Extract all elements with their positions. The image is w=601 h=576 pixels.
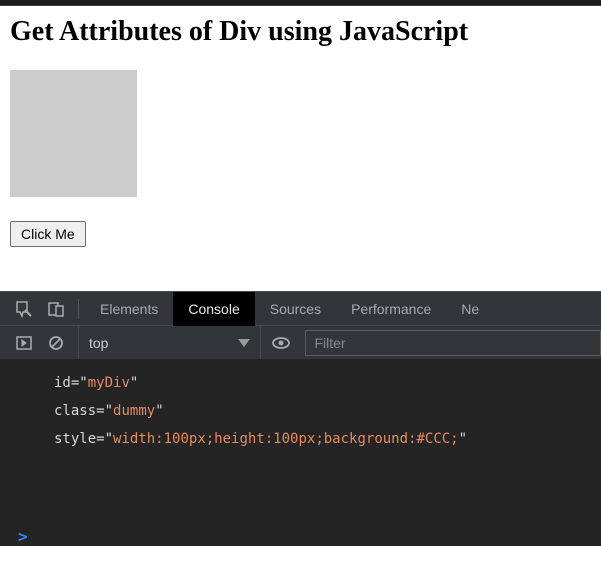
sidebar-toggle-icon[interactable]	[12, 331, 36, 355]
devtools-panel: Elements Console Sources Performance Ne …	[0, 291, 601, 546]
clear-console-icon[interactable]	[44, 331, 68, 355]
device-toolbar-icon[interactable]	[44, 297, 68, 321]
console-output: id="myDiv" class="dummy" style="width:10…	[0, 359, 601, 513]
attr-name: style	[54, 431, 96, 447]
click-me-button[interactable]: Click Me	[10, 221, 86, 247]
demo-div	[10, 70, 137, 197]
tab-console[interactable]: Console	[173, 292, 254, 326]
console-toolbar: top	[0, 325, 601, 359]
filter-input[interactable]	[305, 330, 601, 356]
live-expression-icon[interactable]	[271, 333, 291, 353]
attr-value: width:100px;height:100px;background:#CCC…	[113, 431, 459, 447]
page-content: Get Attributes of Div using JavaScript C…	[0, 6, 601, 257]
tab-elements[interactable]: Elements	[85, 292, 173, 326]
console-prompt[interactable]: >	[0, 513, 601, 546]
tab-network[interactable]: Ne	[446, 292, 494, 326]
tab-performance[interactable]: Performance	[336, 292, 446, 326]
attr-value: dummy	[113, 403, 155, 419]
chevron-down-icon	[238, 339, 250, 347]
devtools-tabs: Elements Console Sources Performance Ne	[0, 291, 601, 325]
tab-sources[interactable]: Sources	[255, 292, 336, 326]
console-line: id="myDiv"	[54, 369, 601, 397]
divider	[78, 299, 79, 319]
inspect-icon[interactable]	[12, 297, 36, 321]
execution-context-selector[interactable]: top	[78, 326, 261, 359]
console-line: style="width:100px;height:100px;backgrou…	[54, 425, 601, 453]
console-line: class="dummy"	[54, 397, 601, 425]
page-title: Get Attributes of Div using JavaScript	[10, 16, 591, 48]
attr-name: class	[54, 403, 96, 419]
attr-value: myDiv	[88, 375, 130, 391]
execution-context-label: top	[89, 335, 108, 351]
attr-name: id	[54, 375, 71, 391]
